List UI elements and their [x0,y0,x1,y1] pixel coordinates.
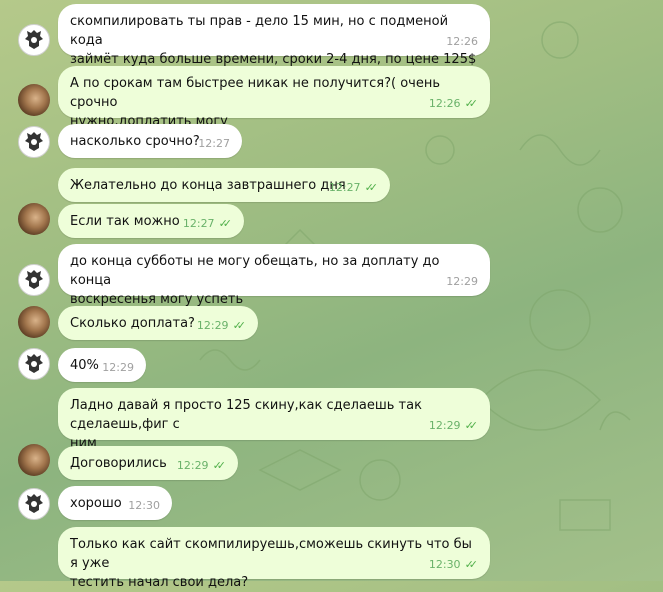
avatar[interactable] [18,203,50,235]
message-bubble[interactable]: Только как сайт скомпилируешь,сможешь ск… [58,527,490,590]
double-check-icon: ✓✓ [464,97,479,110]
double-check-icon: ✓✓ [218,217,233,230]
double-check-icon: ✓✓ [464,558,479,571]
message-meta: 12:29 ✓✓ [197,316,246,335]
message-meta: 12:30 [128,496,160,515]
message-bubble[interactable]: до конца субботы не могу обещать, но за … [58,244,490,307]
avatar[interactable] [18,444,50,476]
message-meta: 12:29 [446,272,478,291]
message-bubble[interactable]: скомпилировать ты прав - дело 15 мин, но… [58,4,490,67]
message-meta: 12:27 ✓✓ [329,178,378,197]
message-bubble[interactable]: насколько срочно? 12:27 [58,124,242,158]
avatar[interactable] [18,348,50,380]
message-time: 12:29 [102,361,134,374]
avatar[interactable] [18,264,50,296]
message-time: 12:29 [196,319,229,332]
avatar[interactable] [18,306,50,338]
message-meta: 12:29 [102,358,134,377]
double-check-icon: ✓✓ [212,459,227,472]
double-check-icon: ✓✓ [364,181,379,194]
message-text: скомпилировать ты прав - дело 15 мин, но… [70,14,477,67]
message-bubble[interactable]: хорошо 12:30 [58,486,172,520]
avatar[interactable] [18,126,50,158]
message-time: 12:27 [198,137,230,150]
coat-of-arms-icon [25,132,43,151]
message-text: до конца субботы не могу обещать, но за … [70,254,440,307]
message-bubble[interactable]: 40% 12:29 [58,348,146,382]
message-bubble[interactable]: Желательно до конца завтрашнего дня 12:2… [58,168,390,202]
coat-of-arms-icon [25,354,43,373]
double-check-icon: ✓✓ [464,419,479,432]
message-time: 12:26 [428,97,461,110]
coat-of-arms-icon [25,494,43,513]
message-meta: 12:30 ✓✓ [429,555,478,574]
message-meta: 12:27 ✓✓ [183,214,232,233]
message-text: Только как сайт скомпилируешь,сможешь ск… [70,537,472,590]
message-bubble[interactable]: А по срокам там быстрее никак не получит… [58,66,490,129]
message-text: А по срокам там быстрее никак не получит… [70,76,440,129]
message-time: 12:27 [182,217,215,230]
message-meta: 12:29 ✓✓ [177,456,226,475]
message-bubble[interactable]: Договорились 12:29 ✓✓ [58,446,238,480]
message-time: 12:26 [446,35,478,48]
message-time: 12:30 [128,499,160,512]
message-bubble[interactable]: Если так можно 12:27 ✓✓ [58,204,244,238]
coat-of-arms-icon [25,270,43,289]
coat-of-arms-icon [25,30,43,49]
message-meta: 12:29 ✓✓ [429,416,478,435]
message-time: 12:27 [328,181,361,194]
message-meta: 12:27 [198,134,230,153]
message-meta: 12:26 ✓✓ [429,94,478,113]
message-time: 12:29 [428,419,461,432]
message-text: Ладно давай я просто 125 скину,как сдела… [70,398,422,451]
avatar[interactable] [18,488,50,520]
avatar[interactable] [18,84,50,116]
message-time: 12:29 [176,459,209,472]
double-check-icon: ✓✓ [232,319,247,332]
message-bubble[interactable]: Сколько доплата? 12:29 ✓✓ [58,306,258,340]
message-time: 12:30 [428,558,461,571]
message-meta: 12:26 [446,32,478,51]
message-bubble[interactable]: Ладно давай я просто 125 скину,как сдела… [58,388,490,451]
message-time: 12:29 [446,275,478,288]
avatar[interactable] [18,24,50,56]
